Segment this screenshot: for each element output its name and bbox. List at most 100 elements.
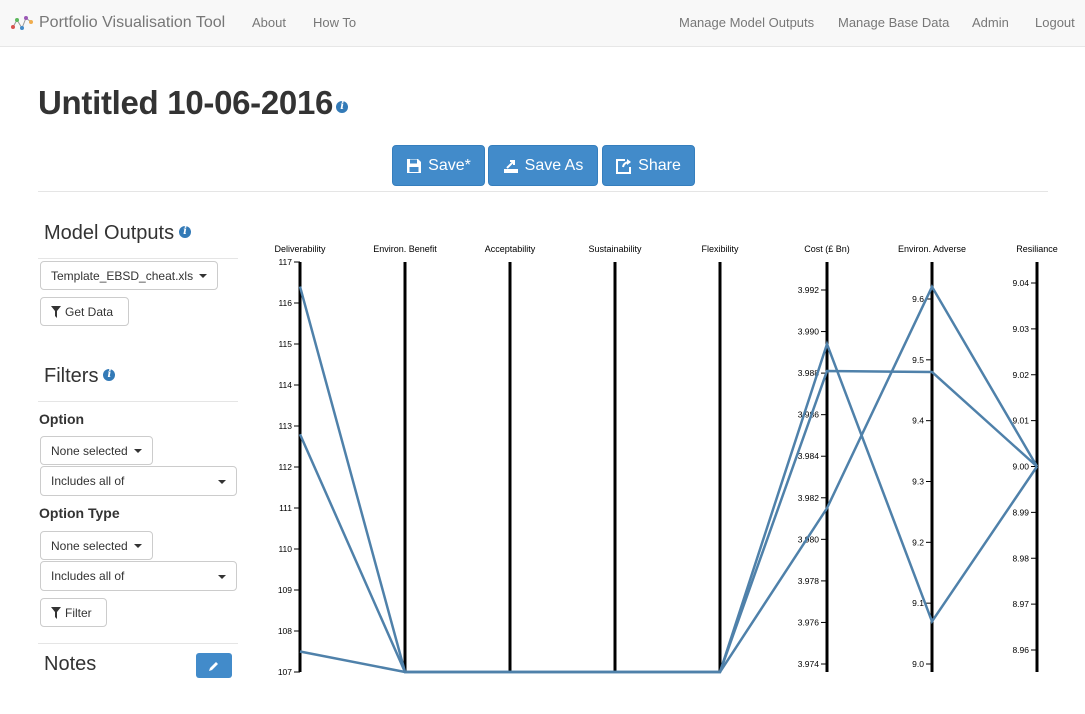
- export-icon: [503, 159, 518, 173]
- tick-label: 115: [278, 339, 292, 349]
- chevron-down-icon: [218, 480, 226, 484]
- tick-label: 3.984: [798, 451, 820, 461]
- title-info-icon[interactable]: i: [336, 101, 348, 113]
- tick-label: 8.96: [1012, 645, 1029, 655]
- option-type-mode-value: Includes all of: [51, 569, 125, 583]
- option-type-dropdown[interactable]: None selected: [40, 531, 153, 560]
- tick-label: 9.03: [1012, 324, 1029, 334]
- axis-1[interactable]: Environ. Benefit: [373, 244, 437, 672]
- axis-label: Sustainability: [588, 244, 642, 254]
- save-as-button[interactable]: Save As: [488, 145, 598, 186]
- tick-label: 107: [278, 667, 292, 677]
- tick-label: 9.0: [912, 659, 924, 669]
- option-selected: None selected: [51, 443, 128, 458]
- model-outputs-info-icon[interactable]: i: [179, 226, 192, 239]
- axis-7[interactable]: Resiliance 9.04 9.03 9.02 9.01 9.00 8.99 8.98 8.…: [1012, 244, 1058, 672]
- tick-label: 116: [278, 298, 292, 308]
- chevron-down-icon: [199, 273, 208, 278]
- filter-icon: [51, 305, 61, 318]
- tick-label: 108: [278, 626, 292, 636]
- pencil-icon: [209, 661, 218, 671]
- tick-label: 8.98: [1012, 553, 1029, 563]
- tick-label: 111: [279, 503, 292, 513]
- chevron-down-icon: [133, 448, 142, 453]
- series-line-0[interactable]: [298, 286, 1038, 674]
- axis-6[interactable]: Environ. Adverse9.69.59.49.39.29.19.0: [898, 244, 966, 672]
- share-button[interactable]: Share: [602, 145, 695, 186]
- tick-label: 8.97: [1012, 599, 1029, 609]
- tick-label: 112: [278, 462, 292, 472]
- filter-button[interactable]: Filter: [40, 598, 107, 627]
- tick-label: 3.974: [798, 659, 820, 669]
- option-mode-value: Includes all of: [51, 474, 125, 488]
- notes-title: Notes: [44, 653, 97, 675]
- brand-logo-icon: [11, 16, 33, 30]
- tick-label: 3.978: [798, 576, 820, 586]
- option-type-selected: None selected: [51, 538, 128, 553]
- edit-notes-button[interactable]: [196, 653, 232, 678]
- brand[interactable]: Portfolio Visualisation Tool: [11, 12, 225, 34]
- tick-label: 9.4: [912, 416, 924, 426]
- tick-label: 9.01: [1012, 416, 1029, 426]
- axis-label: Deliverability: [274, 244, 326, 254]
- axis-5[interactable]: Cost (£ Bn)3.9923.9903.9883.9863.9843.98…: [798, 244, 850, 672]
- filter-label: Filter: [65, 605, 92, 620]
- nav-manage-base-data[interactable]: Manage Base Data: [838, 15, 949, 30]
- tick-label: 3.992: [798, 285, 820, 295]
- axis-label: Flexibility: [701, 244, 739, 254]
- axis-label: Environ. Benefit: [373, 244, 437, 254]
- axis-4[interactable]: Flexibility: [701, 244, 739, 672]
- parallel-coordinates-chart: Deliverability 117 116 115 114 113 112 111 110 10…: [274, 244, 1058, 677]
- tick-label: 113: [278, 421, 292, 431]
- nav-about[interactable]: About: [252, 15, 286, 30]
- save-button[interactable]: Save*: [392, 145, 485, 186]
- model-file-value: Template_EBSD_cheat.xls: [51, 268, 194, 283]
- tick-label: 9.3: [912, 477, 924, 487]
- axis-2[interactable]: Acceptability: [485, 244, 536, 672]
- tick-label: 9.6: [912, 294, 924, 304]
- option-dropdown[interactable]: None selected: [40, 436, 153, 465]
- nav-admin[interactable]: Admin: [972, 15, 1009, 30]
- filters-info-icon[interactable]: i: [103, 369, 116, 382]
- tick-label: 3.976: [798, 617, 820, 627]
- filters-heading: Filters i: [44, 365, 116, 388]
- axis-0[interactable]: Deliverability 117 116 115 114 113 112 111 110 10…: [274, 244, 326, 677]
- page-title-wrap: Untitled 10-06-2016 i: [38, 84, 348, 122]
- tick-label: 109: [278, 585, 292, 595]
- save-as-label: Save As: [524, 156, 584, 174]
- axis-3[interactable]: Sustainability: [588, 244, 642, 672]
- chevron-down-icon: [133, 543, 142, 548]
- tick-label: 9.2: [912, 537, 924, 547]
- series-lines: [298, 284, 1039, 674]
- nav-logout[interactable]: Logout: [1035, 15, 1075, 30]
- tick-label: 9.5: [912, 355, 924, 365]
- option-type-mode-select[interactable]: Includes all of: [40, 561, 237, 591]
- tick-label: 3.986: [798, 410, 820, 420]
- tick-label: 3.982: [798, 493, 820, 503]
- tick-label: 9.02: [1012, 370, 1029, 380]
- model-file-dropdown[interactable]: Template_EBSD_cheat.xls: [40, 261, 218, 290]
- chevron-down-icon: [218, 575, 226, 579]
- series-line-1[interactable]: [298, 340, 1039, 674]
- series-line-2[interactable]: [299, 284, 1039, 674]
- floppy-disk-icon: [407, 158, 422, 173]
- share-icon: [616, 158, 632, 174]
- share-label: Share: [638, 156, 681, 174]
- axis-label: Acceptability: [485, 244, 536, 254]
- nav-how-to[interactable]: How To: [313, 15, 356, 30]
- brand-name: Portfolio Visualisation Tool: [39, 14, 226, 31]
- notes-divider: [38, 643, 238, 644]
- model-outputs-divider: [38, 258, 238, 259]
- option-mode-select[interactable]: Includes all of: [40, 466, 237, 496]
- tick-label: 114: [278, 380, 292, 390]
- model-outputs-title: Model Outputs: [44, 222, 175, 244]
- filter-icon: [51, 606, 61, 619]
- option-type-label: Option Type: [39, 505, 120, 521]
- get-data-button[interactable]: Get Data: [40, 297, 129, 326]
- option-label: Option: [39, 411, 85, 427]
- tick-label: 9.00: [1012, 462, 1029, 472]
- tick-label: 3.990: [798, 327, 820, 337]
- axis-label: Resiliance: [1016, 244, 1058, 254]
- nav-manage-model-outputs[interactable]: Manage Model Outputs: [679, 15, 814, 30]
- get-data-label: Get Data: [65, 304, 114, 319]
